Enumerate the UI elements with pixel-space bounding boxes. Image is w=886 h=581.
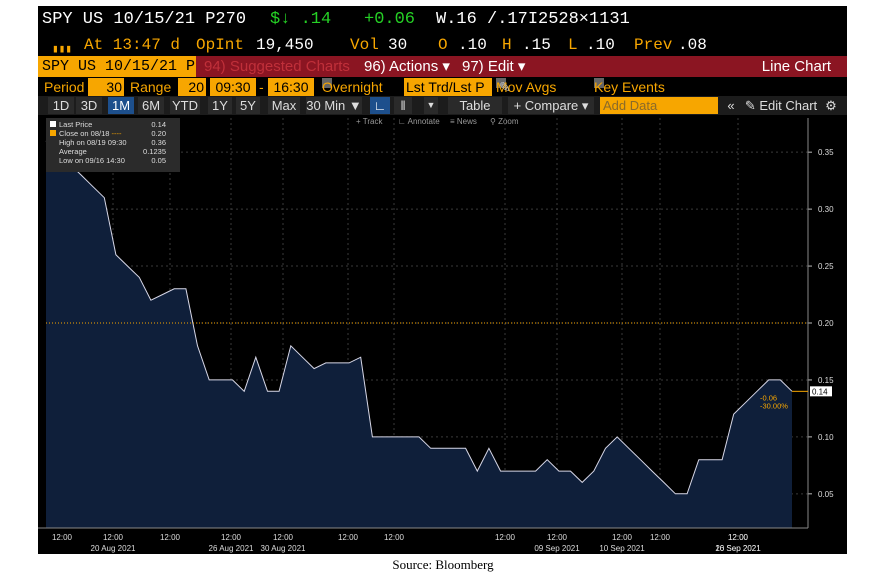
x-tick-label: 12:00 bbox=[273, 533, 294, 542]
x-tick-label: 12:00 bbox=[612, 533, 633, 542]
x-tick-label: 12:00 bbox=[384, 533, 405, 542]
y-tick-label: 0.30 bbox=[818, 205, 834, 214]
x-date-label: 09 Sep 2021 bbox=[534, 544, 580, 553]
chart-legend: Last Price 0.14 Close on 08/18 ---- 0.20… bbox=[46, 118, 180, 172]
x-date-label: 20 Aug 2021 bbox=[91, 544, 136, 553]
y-tick-label: 0.10 bbox=[818, 433, 834, 442]
y-tick-label: 0.20 bbox=[818, 319, 834, 328]
legend-swatch bbox=[50, 130, 56, 136]
x-date-label: 20 Sep 2021 bbox=[715, 544, 761, 553]
x-tick-label: 12:00 bbox=[103, 533, 124, 542]
legend-item-high: High on 08/19 09:30 bbox=[59, 138, 127, 147]
legend-value-close: 0.20 bbox=[151, 129, 166, 138]
x-tick-label: 12:00 bbox=[495, 533, 516, 542]
x-tick-label: 12:00 bbox=[728, 533, 749, 542]
x-tick-label: 12:00 bbox=[221, 533, 242, 542]
source-caption: Source: Bloomberg bbox=[392, 557, 494, 572]
last-price-badge-text: 0.14 bbox=[812, 387, 828, 396]
change-pct-label: -30.00% bbox=[760, 401, 788, 410]
y-tick-label: 0.35 bbox=[818, 148, 834, 157]
x-tick-label: 12:00 bbox=[160, 533, 181, 542]
legend-value-low: 0.05 bbox=[151, 156, 166, 165]
price-chart: 0.05 0.10 0.15 0.20 0.25 0.30 0.35 12:00 12:00 2… bbox=[38, 118, 834, 553]
y-axis: 0.05 0.10 0.15 0.20 0.25 0.30 0.35 bbox=[807, 118, 834, 528]
y-tick-label: 0.25 bbox=[818, 262, 834, 271]
legend-value-average: 0.1235 bbox=[143, 147, 166, 156]
x-date-label: 30 Aug 2021 bbox=[261, 544, 306, 553]
legend-item-last-price: Last Price bbox=[50, 120, 92, 129]
legend-item-average: Average bbox=[59, 147, 87, 156]
legend-value-last-price: 0.14 bbox=[151, 120, 166, 129]
x-date-label: 10 Sep 2021 bbox=[599, 544, 645, 553]
legend-item-close: Close on 08/18 ---- bbox=[50, 129, 122, 138]
x-axis: 12:00 12:00 20 Aug 2021 12:00 12:00 26 Aug 20… bbox=[38, 527, 808, 553]
y-tick-label: 0.15 bbox=[818, 376, 834, 385]
legend-item-low: Low on 09/16 14:30 bbox=[59, 156, 125, 165]
legend-swatch bbox=[50, 121, 56, 127]
x-tick-label: 12:00 bbox=[52, 533, 73, 542]
x-date-label: 26 Aug 2021 bbox=[209, 544, 254, 553]
x-tick-label: 12:00 bbox=[547, 533, 568, 542]
price-area bbox=[46, 140, 792, 529]
legend-value-high: 0.36 bbox=[151, 138, 166, 147]
y-tick-label: 0.05 bbox=[818, 490, 834, 499]
x-tick-label: 12:00 bbox=[650, 533, 671, 542]
x-tick-label: 12:00 bbox=[338, 533, 359, 542]
bloomberg-terminal: SPY US 10/15/21 P270 $↓ .14 +0.06 W.16 /… bbox=[38, 6, 847, 554]
